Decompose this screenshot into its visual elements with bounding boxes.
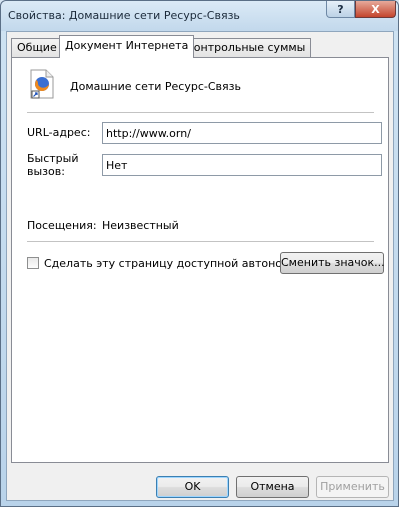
- apply-button[interactable]: Применить: [316, 476, 389, 498]
- cancel-button[interactable]: Отмена: [236, 476, 309, 498]
- close-button[interactable]: X: [355, 1, 396, 18]
- url-input[interactable]: [102, 122, 382, 144]
- offline-checkbox-label[interactable]: Сделать эту страницу доступной автономно: [44, 257, 304, 270]
- dialog-body: Общие Документ Интернета Контрольные сум…: [6, 31, 394, 501]
- title-bar: Свойства: Домашние сети Ресурс-Связь ? X: [1, 1, 398, 31]
- shortcut-label: Быстрый вызов:: [27, 152, 79, 178]
- tab-general[interactable]: Общие: [11, 38, 63, 57]
- firefox-shortcut-icon: [30, 69, 54, 99]
- help-button[interactable]: ?: [326, 1, 355, 18]
- separator: [27, 112, 374, 113]
- tab-internet-document[interactable]: Документ Интернета: [59, 35, 195, 58]
- visits-label: Посещения:: [27, 219, 97, 232]
- shortcut-label-line1: Быстрый: [27, 152, 79, 165]
- separator: [27, 241, 374, 242]
- visits-value: Неизвестный: [102, 219, 179, 232]
- tab-panel: Домашние сети Ресурс-Связь URL-адрес: Бы…: [11, 57, 389, 463]
- tab-checksums[interactable]: Контрольные суммы: [180, 38, 312, 57]
- window-title: Свойства: Домашние сети Ресурс-Связь: [8, 9, 240, 22]
- ok-button[interactable]: OK: [156, 476, 229, 498]
- shortcut-label-line2: вызов:: [27, 165, 65, 178]
- offline-checkbox[interactable]: [27, 257, 39, 269]
- shortcut-input[interactable]: [102, 154, 382, 176]
- change-icon-button[interactable]: Сменить значок...: [280, 252, 385, 274]
- properties-dialog: Свойства: Домашние сети Ресурс-Связь ? X…: [0, 0, 399, 507]
- document-name: Домашние сети Ресурс-Связь: [70, 80, 241, 93]
- url-label: URL-адрес:: [27, 126, 91, 139]
